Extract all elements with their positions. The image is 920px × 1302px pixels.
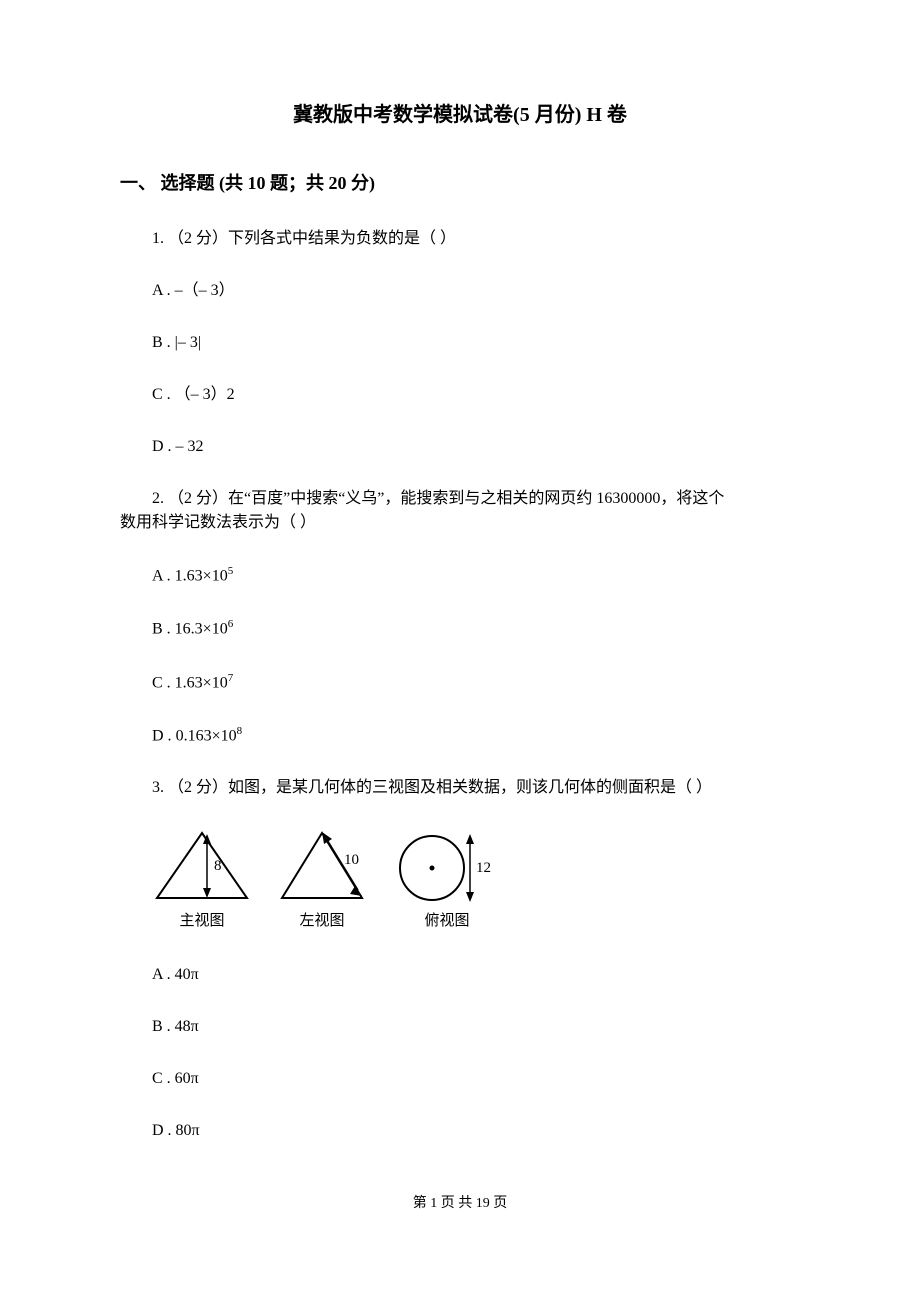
fig-main-h-label: 8 [214, 858, 222, 874]
q2-d-prefix: D . [152, 727, 176, 744]
q2-d-exp: 8 [237, 725, 243, 737]
q2-b-base: 16.3×10 [175, 621, 228, 638]
q2-option-d: D . 0.163×108 [120, 723, 800, 748]
q1-option-d: D . – 32 [120, 435, 800, 459]
q3-figures: 8 主视图 10 左视图 [152, 828, 800, 933]
section-heading-1: 一、 选择题 (共 10 题；共 20 分) [120, 170, 800, 197]
q1-option-c: C . （– 3）2 [120, 383, 800, 407]
q2-a-prefix: A . [152, 567, 175, 584]
circle-icon: 12 [392, 828, 502, 908]
q1-option-b: B . |– 3| [120, 331, 800, 355]
q2-b-exp: 6 [228, 618, 234, 630]
fig-left-slant-label: 10 [344, 852, 359, 868]
q2-b-prefix: B . [152, 621, 175, 638]
q2-stem-line2: 数用科学记数法表示为（ ） [120, 511, 800, 535]
q2-option-b: B . 16.3×106 [120, 616, 800, 641]
doc-title: 冀教版中考数学模拟试卷(5 月份) H 卷 [120, 100, 800, 130]
fig-left-view: 10 左视图 [272, 828, 372, 933]
q3-option-d: D . 80π [120, 1119, 800, 1143]
q2-stem-line1: 2. （2 分）在“百度”中搜索“义乌”，能搜索到与之相关的网页约 163000… [120, 487, 800, 511]
fig-main-view: 8 主视图 [152, 828, 252, 933]
fig-main-label: 主视图 [152, 910, 252, 933]
q3-option-c: C . 60π [120, 1067, 800, 1091]
q3-stem: 3. （2 分）如图，是某几何体的三视图及相关数据，则该几何体的侧面积是（ ） [120, 776, 800, 800]
q2-a-exp: 5 [228, 565, 234, 577]
q1-stem: 1. （2 分）下列各式中结果为负数的是（ ） [120, 227, 800, 251]
q2-option-a: A . 1.63×105 [120, 563, 800, 588]
fig-top-label: 俯视图 [392, 910, 502, 933]
q1-option-a: A . –（– 3） [120, 279, 800, 303]
q3-option-a: A . 40π [120, 963, 800, 987]
fig-top-view: 12 俯视图 [392, 828, 502, 933]
triangle-icon: 10 [272, 828, 372, 908]
q2-stem: 2. （2 分）在“百度”中搜索“义乌”，能搜索到与之相关的网页约 163000… [120, 487, 800, 535]
q2-c-exp: 7 [228, 672, 234, 684]
q3-option-b: B . 48π [120, 1015, 800, 1039]
q2-c-prefix: C . [152, 674, 175, 691]
fig-left-label: 左视图 [272, 910, 372, 933]
q2-a-base: 1.63×10 [175, 567, 228, 584]
q2-c-base: 1.63×10 [175, 674, 228, 691]
q2-option-c: C . 1.63×107 [120, 670, 800, 695]
page-footer: 第 1 页 共 19 页 [120, 1193, 800, 1214]
q2-d-base: 0.163×10 [176, 727, 237, 744]
fig-top-d-label: 12 [476, 860, 491, 876]
triangle-icon: 8 [152, 828, 252, 908]
